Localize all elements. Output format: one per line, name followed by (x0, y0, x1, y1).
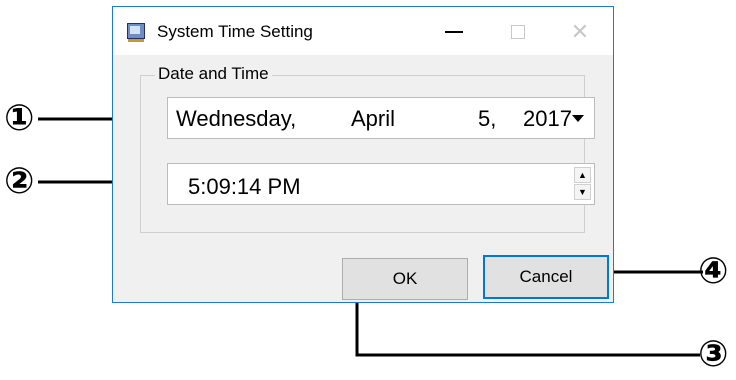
spin-down-button[interactable]: ▼ (574, 184, 591, 200)
time-spinner[interactable]: ▲ ▼ (574, 167, 591, 201)
callout-marker-4: ④ (698, 251, 729, 292)
spin-up-icon: ▲ (578, 169, 587, 180)
date-weekday[interactable]: Wednesday, (176, 106, 296, 132)
date-day[interactable]: 5, (478, 106, 496, 132)
minimize-icon (445, 31, 463, 33)
window-title: System Time Setting (157, 22, 313, 41)
date-month[interactable]: April (351, 106, 395, 132)
date-dropdown-button[interactable] (565, 103, 591, 133)
cancel-button[interactable]: Cancel (483, 255, 609, 299)
callout-marker-2: ② (4, 161, 35, 202)
date-picker[interactable]: Wednesday, April 5, 2017 (167, 97, 595, 139)
minimize-button[interactable] (431, 15, 477, 49)
app-icon (127, 23, 145, 42)
close-icon: ✕ (570, 19, 590, 44)
time-picker[interactable]: 5:09:14 PM ▲ ▼ (167, 163, 595, 205)
title-bar[interactable]: System Time Setting ✕ (113, 7, 613, 55)
maximize-icon (511, 25, 525, 39)
callout-marker-3: ③ (698, 334, 729, 375)
callout-marker-1: ① (4, 98, 35, 139)
ok-button[interactable]: OK (342, 258, 468, 300)
close-button: ✕ (557, 15, 603, 49)
spin-down-icon: ▼ (578, 186, 587, 197)
spin-up-button[interactable]: ▲ (574, 167, 591, 183)
group-label: Date and Time (155, 64, 272, 84)
maximize-button (495, 15, 541, 49)
time-value[interactable]: 5:09:14 PM (188, 174, 301, 200)
dropdown-arrow-icon (572, 114, 584, 122)
